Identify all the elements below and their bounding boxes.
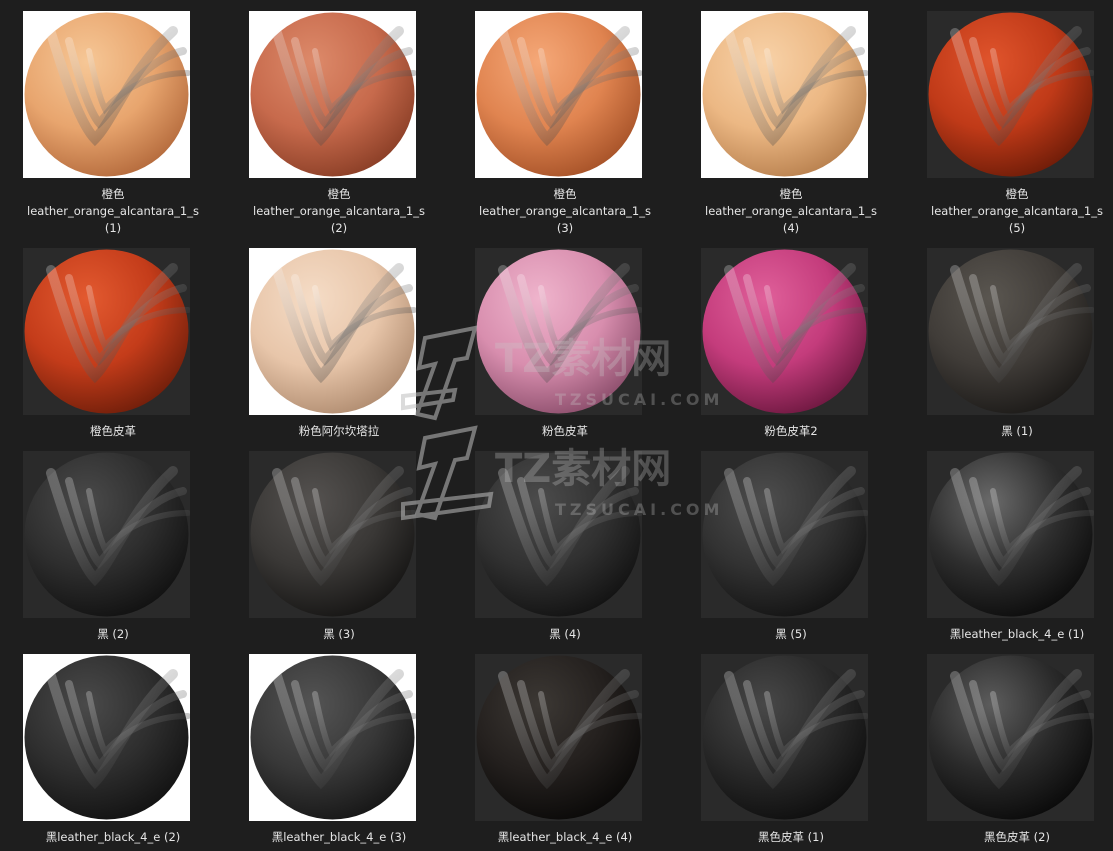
material-thumbnail[interactable]: 黑 (5) <box>678 451 904 651</box>
filename-line: 粉色皮革 <box>542 424 588 438</box>
filename-line: (5) <box>1008 221 1026 235</box>
material-preview-image <box>701 654 868 821</box>
filename-line: (2) <box>330 221 348 235</box>
material-preview-image <box>701 451 868 618</box>
material-filename: 黑leather_black_4_e (2) <box>0 829 226 846</box>
material-filename: 黑leather_black_4_e (1) <box>904 626 1113 643</box>
material-preview-image <box>23 11 190 178</box>
material-filename: 橙色 leather_orange_alcantara_1_s (3) <box>452 186 678 237</box>
material-preview-image <box>23 248 190 415</box>
material-thumbnail[interactable]: 橙色皮革 <box>0 248 226 448</box>
material-filename: 橙色 leather_orange_alcantara_1_s (2) <box>226 186 452 237</box>
material-preview-image <box>249 654 416 821</box>
material-thumbnail[interactable]: 黑 (3) <box>226 451 452 651</box>
filename-line: 黑 (5) <box>775 627 807 641</box>
thumbnail-grid: 橙色 leather_orange_alcantara_1_s (1) 橙色 leath… <box>0 0 1113 851</box>
filename-line: 橙色 <box>1005 187 1029 201</box>
material-preview-image <box>475 11 642 178</box>
filename-line: 黑leather_black_4_e (2) <box>45 830 181 844</box>
material-preview-image <box>475 451 642 618</box>
material-thumbnail[interactable]: 橙色 leather_orange_alcantara_1_s (2) <box>226 11 452 235</box>
material-filename: 橙色 leather_orange_alcantara_1_s (5) <box>904 186 1113 237</box>
material-thumbnail[interactable]: 黑色皮革 (2) <box>904 654 1113 851</box>
material-preview-image <box>249 451 416 618</box>
material-preview-image <box>249 248 416 415</box>
filename-line: 黑色皮革 (1) <box>758 830 824 844</box>
filename-line: leather_orange_alcantara_1_s <box>705 204 877 218</box>
material-thumbnail[interactable]: 粉色皮革2 <box>678 248 904 448</box>
material-filename: 黑 (1) <box>904 423 1113 440</box>
material-filename: 粉色阿尔坎塔拉 <box>226 423 452 440</box>
material-preview-image <box>927 11 1094 178</box>
filename-line: 橙色皮革 <box>90 424 136 438</box>
material-thumbnail[interactable]: 黑leather_black_4_e (4) <box>452 654 678 851</box>
material-filename: 黑色皮革 (2) <box>904 829 1113 846</box>
material-preview-image <box>475 248 642 415</box>
filename-line: 橙色 <box>101 187 125 201</box>
material-preview-image <box>23 451 190 618</box>
material-preview-image <box>927 451 1094 618</box>
material-thumbnail[interactable]: 黑色皮革 (1) <box>678 654 904 851</box>
filename-line: leather_orange_alcantara_1_s <box>27 204 199 218</box>
filename-line: leather_orange_alcantara_1_s <box>931 204 1103 218</box>
material-thumbnail[interactable]: 黑 (2) <box>0 451 226 651</box>
material-preview-image <box>701 11 868 178</box>
filename-line: 橙色 <box>327 187 351 201</box>
material-filename: 黑 (2) <box>0 626 226 643</box>
filename-line: 橙色 <box>779 187 803 201</box>
filename-line: 粉色阿尔坎塔拉 <box>298 424 380 438</box>
material-preview-image <box>249 11 416 178</box>
material-filename: 黑 (4) <box>452 626 678 643</box>
material-filename: 黑 (5) <box>678 626 904 643</box>
material-filename: 黑色皮革 (1) <box>678 829 904 846</box>
material-preview-image <box>23 654 190 821</box>
filename-line: 黑leather_black_4_e (1) <box>949 627 1085 641</box>
filename-line: 橙色 <box>553 187 577 201</box>
material-preview-image <box>927 248 1094 415</box>
material-thumbnail[interactable]: 黑leather_black_4_e (1) <box>904 451 1113 651</box>
material-thumbnail[interactable]: 橙色 leather_orange_alcantara_1_s (3) <box>452 11 678 235</box>
material-filename: 粉色皮革 <box>452 423 678 440</box>
material-thumbnail[interactable]: 黑leather_black_4_e (2) <box>0 654 226 851</box>
filename-line: 黑 (4) <box>549 627 581 641</box>
material-thumbnail[interactable]: 橙色 leather_orange_alcantara_1_s (4) <box>678 11 904 235</box>
material-filename: 橙色皮革 <box>0 423 226 440</box>
filename-line: (3) <box>556 221 574 235</box>
filename-line: 黑leather_black_4_e (3) <box>271 830 407 844</box>
material-filename: 黑leather_black_4_e (4) <box>452 829 678 846</box>
material-preview-image <box>475 654 642 821</box>
material-thumbnail[interactable]: 橙色 leather_orange_alcantara_1_s (5) <box>904 11 1113 235</box>
material-filename: 粉色皮革2 <box>678 423 904 440</box>
material-filename: 黑leather_black_4_e (3) <box>226 829 452 846</box>
filename-line: 黑 (3) <box>323 627 355 641</box>
material-thumbnail[interactable]: 黑 (1) <box>904 248 1113 448</box>
filename-line: 粉色皮革2 <box>764 424 818 438</box>
filename-line: leather_orange_alcantara_1_s <box>253 204 425 218</box>
material-preview-image <box>927 654 1094 821</box>
material-thumbnail[interactable]: 粉色阿尔坎塔拉 <box>226 248 452 448</box>
material-preview-image <box>701 248 868 415</box>
filename-line: 黑leather_black_4_e (4) <box>497 830 633 844</box>
filename-line: 黑 (1) <box>1001 424 1033 438</box>
filename-line: (4) <box>782 221 800 235</box>
material-filename: 黑 (3) <box>226 626 452 643</box>
material-filename: 橙色 leather_orange_alcantara_1_s (4) <box>678 186 904 237</box>
material-thumbnail[interactable]: 黑leather_black_4_e (3) <box>226 654 452 851</box>
filename-line: 黑色皮革 (2) <box>984 830 1050 844</box>
filename-line: (1) <box>104 221 122 235</box>
material-filename: 橙色 leather_orange_alcantara_1_s (1) <box>0 186 226 237</box>
filename-line: 黑 (2) <box>97 627 129 641</box>
material-thumbnail[interactable]: 黑 (4) <box>452 451 678 651</box>
material-thumbnail[interactable]: 橙色 leather_orange_alcantara_1_s (1) <box>0 11 226 235</box>
material-thumbnail[interactable]: 粉色皮革 <box>452 248 678 448</box>
filename-line: leather_orange_alcantara_1_s <box>479 204 651 218</box>
